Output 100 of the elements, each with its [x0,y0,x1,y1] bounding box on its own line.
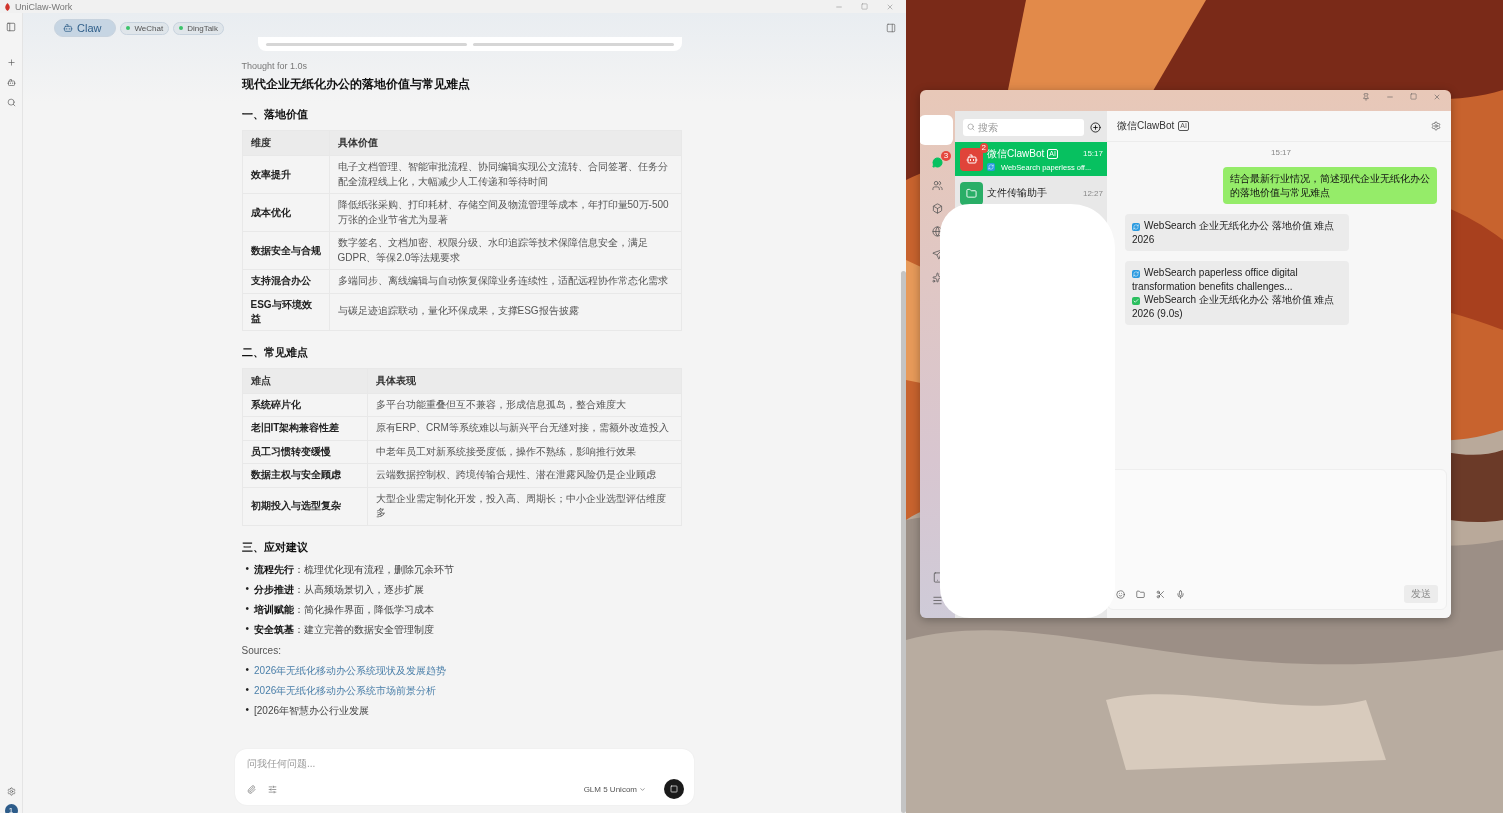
new-chat-icon[interactable] [6,58,16,67]
menu-icon[interactable] [932,595,943,606]
logo-icon [4,2,11,11]
list-item: 培训赋能：简化操作界面，降低学习成本 [254,602,434,617]
table-cell: 多平台功能重叠但互不兼容，形成信息孤岛，整合难度大 [367,393,681,417]
tool-status-text: WebSearch 企业无纸化办公 落地价值 难点 2026 [1132,220,1335,245]
status-dot [179,26,184,30]
tool-status-text: WebSearch paperless office digital transformation benefits challenges... [1132,267,1298,292]
settings-icon[interactable] [1431,121,1441,131]
source-link[interactable]: 2026年无纸化移动办公系统市场前景分析 [254,683,437,698]
list-item: 流程先行：梳理优化现有流程，删除冗余环节 [254,562,454,577]
globe-icon[interactable] [932,226,943,237]
scrollbar[interactable] [901,271,906,813]
folder-icon[interactable] [1136,589,1145,599]
answer-title: 现代企业无纸化办公的落地价值与常见难点 [241,76,471,93]
send-icon[interactable] [932,249,943,260]
chat-time: 12:27 [1082,188,1103,198]
bullet: • [245,602,249,616]
bullet: • [245,663,249,677]
chat-name: 微信ClawBot [987,146,1045,161]
bullet: • [245,582,249,596]
maximize-icon[interactable] [1410,93,1417,100]
folder-icon [966,187,977,199]
refresh-icon [987,163,995,171]
sources-label: Sources: [241,644,282,656]
table-cell: 中老年员工对新系统接受度低，操作不熟练，影响推行效果 [367,440,681,464]
column-header: 具体表现 [367,368,681,393]
panel-toggle-icon[interactable] [886,23,896,33]
contacts-icon[interactable] [932,180,943,191]
add-icon[interactable] [1090,122,1101,133]
unread-badge: 2 [979,142,988,153]
column-header: 具体价值 [329,130,681,156]
scissors-icon[interactable] [1156,589,1165,599]
column-header: 维度 [242,130,329,156]
close-icon[interactable] [886,2,894,11]
agent-tab[interactable]: DingTalk [173,21,224,35]
bot-icon [63,23,73,33]
list-item: 分步推进：从高频场景切入，逐步扩展 [254,582,424,597]
table-cell: 数据主权与安全顾虑 [242,463,367,487]
search-icon[interactable] [6,98,16,107]
table-cell: 员工习惯转变缓慢 [242,440,367,464]
table-cell: 多端同步、离线编辑与自动恢复保障业务连续性，适配远程协作常态化需求 [329,269,681,293]
section-heading: 一、落地价值 [241,107,309,122]
agent-tab[interactable]: WeChat [120,21,170,35]
search-field[interactable]: 搜索 [963,119,1084,136]
message-input[interactable]: 问我任何问题... [247,758,447,769]
sliders-icon[interactable] [268,784,277,794]
sparkle-icon[interactable] [932,272,943,283]
table-cell: 大型企业需定制化开发，投入高、周期长；中小企业选型评估维度多 [367,487,681,525]
table-cell: 与碳足迹追踪联动，量化环保成果，支撑ESG报告披露 [329,293,681,330]
model-selector[interactable]: GLM 5 Unicom [577,783,652,795]
microphone-icon[interactable] [1176,589,1185,599]
settings-icon[interactable] [6,787,16,796]
sent-message: 结合最新行业情况，简述现代企业无纸化办公的落地价值与常见难点 [1223,167,1437,204]
list-item: 安全筑基：建立完善的数据安全管理制度 [254,622,434,637]
bullet: • [245,703,249,717]
table-cell: 系统碎片化 [242,393,367,417]
section-heading: 三、应对建议 [241,539,309,555]
bullet: • [245,622,249,636]
tool-status-text: WebSearch 企业无纸化办公 落地价值 难点 2026 (9.0s) [1132,294,1335,319]
emoji-icon[interactable] [1116,589,1125,599]
chevron-down-icon [639,785,646,793]
source-link[interactable]: 2026年无纸化移动办公系统现状及发展趋势 [254,663,447,678]
table-cell: 成本优化 [242,193,329,232]
table-cell: 老旧IT架构兼容性差 [242,416,367,440]
table-cell: 数据安全与合规 [242,231,329,270]
chat-time: 15:17 [1082,149,1103,158]
maximize-icon[interactable] [861,2,868,10]
table-cell: 支持混合办公 [242,269,329,293]
message-time: 15:17 [1271,148,1291,157]
table-cell: 降低纸张采购、打印耗材、存储空间及物流管理等成本，年打印量50万-500万张的企业节省尤为显著 [329,193,681,232]
table-cell: 效率提升 [242,155,329,194]
chat-name: 文件传输助手 [987,186,1047,200]
status-dot [126,26,131,30]
bullet: • [245,562,249,576]
table-cell: 电子文档管理、智能审批流程、协同编辑实现公文流转、合同签署、任务分配全流程线上化，大幅减少人工传递和等待时间 [329,155,681,194]
source-text: [2026年智慧办公行业发展 [254,703,370,718]
table-cell: 云端数据控制权、跨境传输合规性、潜在泄露风险仍是企业顾虑 [367,463,681,487]
sidebar-toggle-icon[interactable] [6,22,16,32]
search-icon [967,123,975,131]
bot-icon[interactable] [6,78,16,87]
bullet: • [245,683,249,697]
pin-icon[interactable] [1362,93,1370,101]
agent-tab[interactable]: Claw [54,19,117,37]
table-cell: ESG与环境效益 [242,293,329,330]
phone-icon[interactable] [932,572,943,583]
unread-badge: 3 [941,151,951,161]
paperclip-icon[interactable] [247,784,256,794]
chat-title: 微信ClawBot [1117,119,1175,133]
table-cell: 初期投入与选型复杂 [242,487,367,525]
cube-icon[interactable] [932,203,943,214]
chat-icon[interactable] [932,157,943,168]
section-heading: 二、常见难点 [241,344,309,360]
user-avatar[interactable]: 1 [4,804,18,813]
close-icon[interactable] [1433,93,1441,101]
stop-button[interactable] [664,779,684,799]
table-cell: 原有ERP、CRM等系统难以与新兴平台无缝对接，需额外改造投入 [367,416,681,440]
bot-icon [965,153,978,165]
column-header: 难点 [242,368,367,393]
thought-time: Thought for 1.0s [241,61,309,71]
